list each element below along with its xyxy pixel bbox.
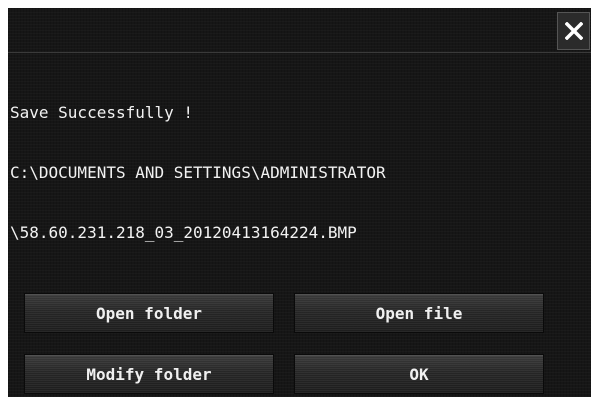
close-button[interactable] xyxy=(557,12,590,50)
message-filename-line: \58.60.231.218_03_20120413164224.BMP xyxy=(10,223,357,242)
save-message: Save Successfully ! C:\DOCUMENTS AND SET… xyxy=(10,63,588,283)
save-result-dialog: Save Successfully ! C:\DOCUMENTS AND SET… xyxy=(8,8,591,397)
ok-button[interactable]: OK xyxy=(294,354,544,394)
open-folder-button[interactable]: Open folder xyxy=(24,293,274,333)
close-icon xyxy=(564,22,583,40)
modify-folder-button[interactable]: Modify folder xyxy=(24,354,274,394)
title-bar xyxy=(8,8,591,53)
message-status-line: Save Successfully ! xyxy=(10,103,194,122)
message-path-line: C:\DOCUMENTS AND SETTINGS\ADMINISTRATOR xyxy=(10,163,386,182)
open-file-button[interactable]: Open file xyxy=(294,293,544,333)
